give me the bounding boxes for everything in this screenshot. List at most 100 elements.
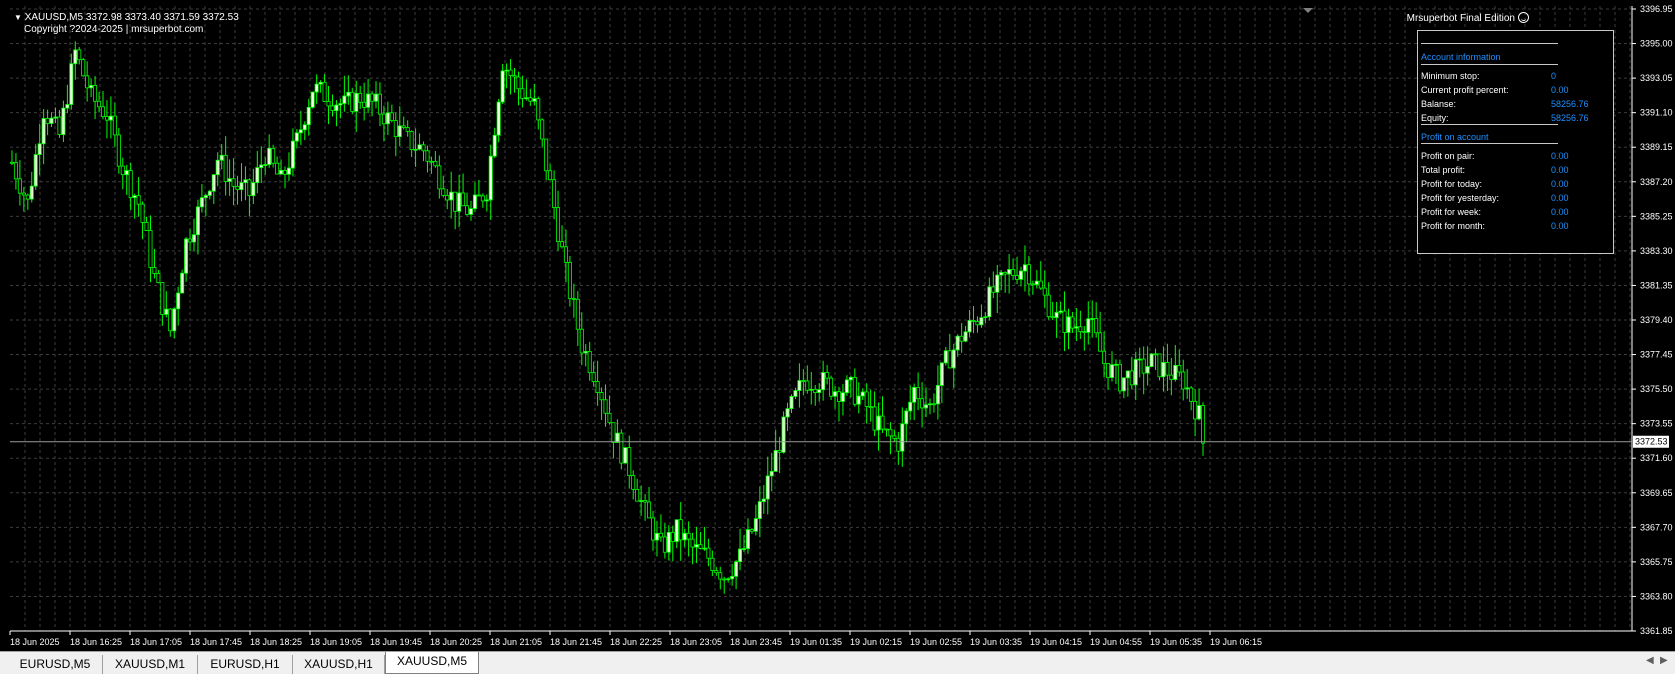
panel-divider [1421, 43, 1558, 44]
time-axis-label: 18 Jun 18:25 [250, 637, 302, 647]
candle-body [61, 107, 66, 135]
tab-scroll-left-icon[interactable]: ◀ [1646, 655, 1654, 666]
candle-body [259, 164, 264, 168]
candle-body [184, 238, 189, 274]
tab-eurusd-m5[interactable]: EURUSD,M5 [8, 655, 103, 674]
candle-body [1019, 270, 1024, 280]
candle-body [104, 116, 109, 121]
candle-body [734, 561, 739, 577]
candle-body [836, 391, 841, 402]
candle-body [421, 144, 426, 152]
candle-body [362, 101, 367, 108]
candle-body [884, 428, 889, 431]
candle-body [366, 93, 371, 108]
candle-body [1058, 310, 1063, 313]
tab-eurusd-h1[interactable]: EURUSD,H1 [198, 655, 293, 674]
candle-body [540, 119, 545, 140]
candle-body [247, 179, 252, 197]
chart-shift-marker-icon [1303, 8, 1313, 13]
candle-body [45, 118, 50, 124]
minimum-stop-label: Minimum stop: [1421, 71, 1480, 81]
profit-week-value: 0.00 [1551, 207, 1569, 217]
candle-body [306, 106, 311, 126]
candle-body [437, 165, 442, 190]
candle-body [13, 162, 18, 180]
candle-body [255, 167, 260, 184]
tab-xauusd-h1[interactable]: XAUUSD,H1 [293, 655, 385, 674]
candle-body [959, 335, 964, 342]
candle-body [1153, 353, 1158, 356]
candle-body [575, 298, 580, 330]
time-axis-label: 19 Jun 04:15 [1030, 637, 1082, 647]
candle-body [298, 129, 303, 134]
candle-body [1113, 363, 1118, 366]
candle-body [1157, 353, 1162, 378]
candle-body [401, 125, 406, 128]
candle-body [666, 531, 671, 553]
symbol-info: ▼ XAUUSD,M5 3372.98 3373.40 3371.59 3372… [14, 12, 239, 23]
panel-divider [1421, 64, 1558, 65]
candle-body [1066, 316, 1071, 333]
candle-body [314, 83, 319, 93]
candle-body [563, 246, 568, 263]
candle-body [290, 140, 295, 169]
candle-body [951, 349, 956, 369]
candle-body [476, 194, 481, 197]
candle-body [670, 531, 675, 542]
candle-body [283, 169, 288, 175]
candle-body [785, 408, 790, 418]
dropdown-triangle-icon[interactable]: ▼ [14, 13, 22, 22]
candle-body [856, 395, 861, 405]
candle-body [405, 127, 410, 132]
candle-body [37, 143, 42, 155]
minimum-stop-value: 0 [1551, 71, 1557, 81]
candle-body [330, 105, 335, 112]
candle-body [738, 548, 743, 563]
candle-body [678, 519, 683, 541]
candle-body [231, 178, 236, 187]
time-axis-label: 19 Jun 02:15 [850, 637, 902, 647]
smiley-icon[interactable] [1518, 12, 1529, 23]
candle-body [536, 98, 541, 121]
candle-body [908, 401, 913, 412]
panel-divider [1421, 124, 1558, 125]
candle-body [813, 388, 818, 393]
candle-body [176, 292, 181, 310]
chart-window[interactable]: 3396.95 3395.00 3393.05 3391.10 3389.15 3387.… [0, 0, 1675, 651]
candle-body [611, 422, 616, 443]
candle-body [817, 389, 822, 393]
candle-body [860, 391, 865, 397]
expert-advisor-name[interactable]: Mrsuperbot Final Edition [1407, 13, 1515, 24]
candle-body [433, 161, 438, 167]
candle-body [279, 169, 284, 175]
candle-body [595, 381, 600, 393]
tab-scroll-right-icon[interactable]: ▶ [1660, 655, 1668, 666]
candle-body [488, 155, 493, 201]
candle-body [1062, 310, 1067, 333]
tab-xauusd-m5[interactable]: XAUUSD,M5 [385, 652, 479, 674]
profit-on-pair-value: 0.00 [1551, 151, 1569, 161]
candle-body [912, 387, 917, 403]
price-axis-label: 3381.35 [1640, 280, 1673, 290]
candle-body [191, 234, 196, 243]
candle-body [207, 190, 212, 196]
profit-week-label: Profit for week: [1421, 207, 1482, 217]
candle-body [607, 412, 612, 424]
time-axis-label: 19 Jun 04:55 [1090, 637, 1142, 647]
candle-body [9, 161, 14, 164]
current-price-label: 3372.53 [1635, 437, 1668, 447]
candle-body [1181, 371, 1186, 390]
candle-body [294, 132, 299, 142]
profit-on-pair-label: Profit on pair: [1421, 151, 1475, 161]
candle-body [140, 203, 145, 223]
price-axis-label: 3367.70 [1640, 522, 1673, 532]
tab-xauusd-m1[interactable]: XAUUSD,M1 [103, 655, 198, 674]
candle-body [635, 488, 640, 502]
candle-body [761, 498, 766, 502]
profit-yesterday-label: Profit for yesterday: [1421, 193, 1500, 203]
candle-body [57, 116, 62, 135]
candle-body [1177, 365, 1182, 373]
candle-body [745, 529, 750, 549]
candle-body [757, 501, 762, 520]
price-axis-label: 3383.30 [1640, 246, 1673, 256]
